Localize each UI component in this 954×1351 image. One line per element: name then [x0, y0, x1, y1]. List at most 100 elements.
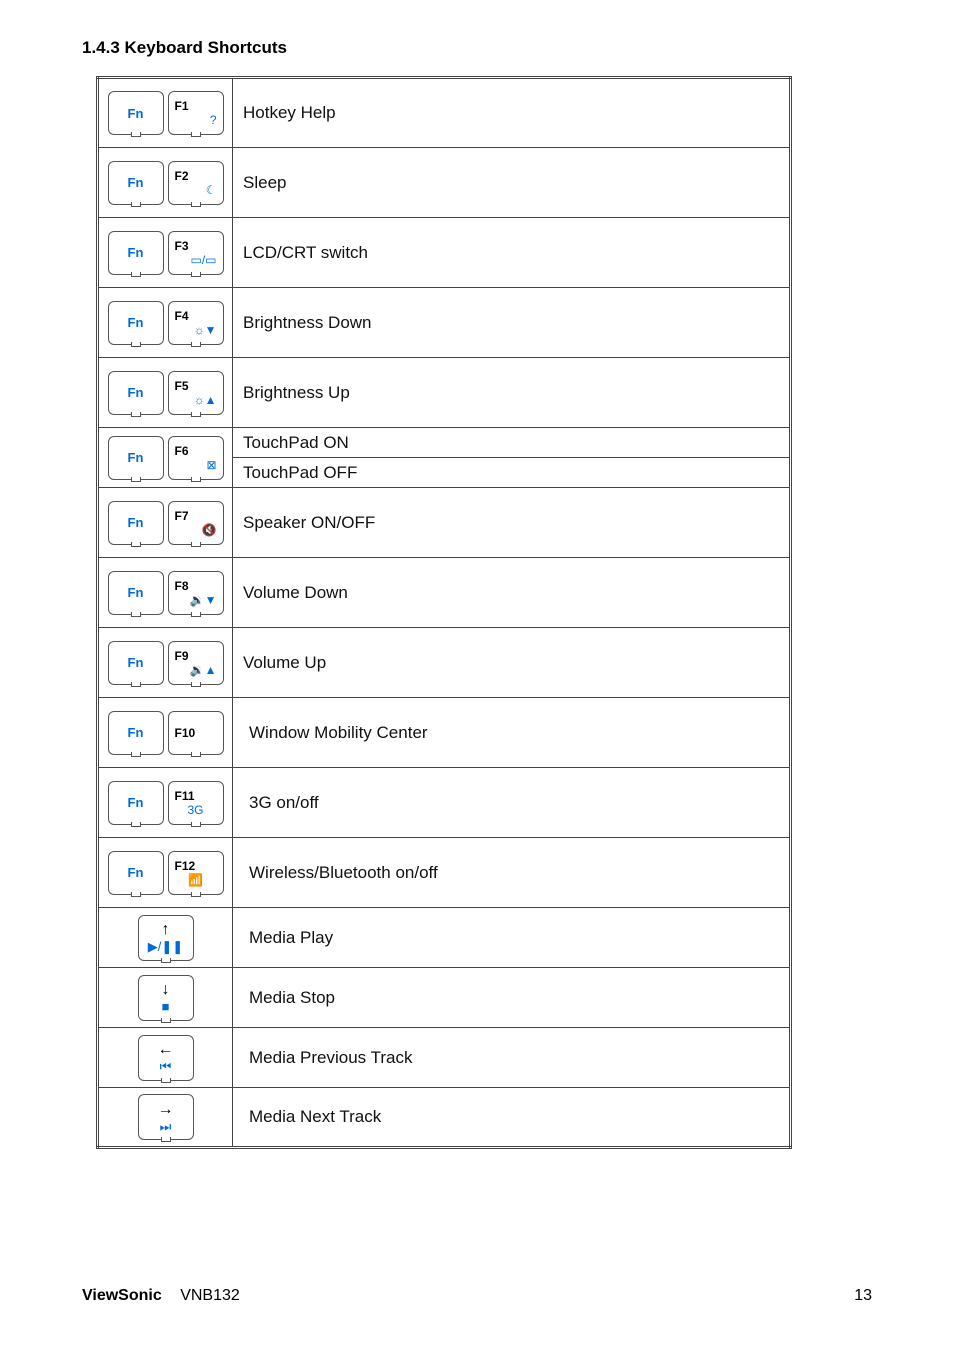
shortcut-desc: Brightness Down [233, 288, 791, 358]
arrow-right-key: → ⏭ [138, 1094, 194, 1140]
table-row: Fn F10 Window Mobility Center [98, 698, 791, 768]
shortcut-desc: Volume Down [233, 558, 791, 628]
table-row: Fn F3▭/▭ LCD/CRT switch [98, 218, 791, 288]
fn-key: Fn [108, 641, 164, 685]
f1-key: F1? [168, 91, 224, 135]
fn-key: Fn [108, 161, 164, 205]
key-cell: ↑ ▶/❚❚ [98, 908, 233, 968]
stop-icon: ■ [162, 1000, 170, 1013]
shortcut-desc: Media Previous Track [233, 1028, 791, 1088]
table-row: → ⏭ Media Next Track [98, 1088, 791, 1148]
table-row: Fn F8🔉▼ Volume Down [98, 558, 791, 628]
key-combo-cell: Fn F10 [98, 698, 233, 768]
key-combo-cell: Fn F4☼▼ [98, 288, 233, 358]
f10-key: F10 [168, 711, 224, 755]
display-switch-icon: ▭/▭ [190, 254, 216, 266]
shortcut-desc: Volume Up [233, 628, 791, 698]
table-row: Fn F7🔇 Speaker ON/OFF [98, 488, 791, 558]
table-row: Fn F1? Hotkey Help [98, 78, 791, 148]
touchpad-icon: ⊠ [206, 459, 216, 471]
key-combo-cell: Fn F1? [98, 78, 233, 148]
shortcut-desc: Sleep [233, 148, 791, 218]
f8-key: F8🔉▼ [168, 571, 224, 615]
table-row: Fn F113G 3G on/off [98, 768, 791, 838]
footer-model: VNB132 [180, 1287, 240, 1304]
key-combo-cell: Fn F8🔉▼ [98, 558, 233, 628]
table-row: Fn F2☾ Sleep [98, 148, 791, 218]
table-row: Fn F12📶 Wireless/Bluetooth on/off [98, 838, 791, 908]
threeg-icon: 3G [187, 804, 203, 816]
sleep-icon: ☾ [206, 184, 217, 196]
fn-key: Fn [108, 711, 164, 755]
fn-key: Fn [108, 781, 164, 825]
table-row: ↑ ▶/❚❚ Media Play [98, 908, 791, 968]
section-heading: 1.4.3 Keyboard Shortcuts [82, 38, 872, 58]
f6-key: F6⊠ [168, 436, 224, 480]
arrow-left-icon: ← [158, 1042, 174, 1058]
key-combo-cell: Fn F113G [98, 768, 233, 838]
help-icon: ? [210, 114, 217, 126]
prev-track-icon: ⏮ [160, 1060, 172, 1073]
table-row: Fn F4☼▼ Brightness Down [98, 288, 791, 358]
f12-key: F12📶 [168, 851, 224, 895]
mute-icon: 🔇 [202, 524, 217, 536]
arrow-right-icon: → [158, 1102, 174, 1118]
key-cell: ← ⏮ [98, 1028, 233, 1088]
f11-key: F113G [168, 781, 224, 825]
arrow-left-key: ← ⏮ [138, 1035, 194, 1081]
fn-key: Fn [108, 851, 164, 895]
fn-key: Fn [108, 501, 164, 545]
f4-key: F4☼▼ [168, 301, 224, 345]
table-row: ↓ ■ Media Stop [98, 968, 791, 1028]
key-combo-cell: Fn F2☾ [98, 148, 233, 218]
shortcut-desc: Speaker ON/OFF [233, 488, 791, 558]
shortcut-desc: TouchPad ON [233, 428, 791, 458]
f3-key: F3▭/▭ [168, 231, 224, 275]
table-row: Fn F5☼▲ Brightness Up [98, 358, 791, 428]
volume-down-icon: 🔉▼ [190, 594, 217, 606]
shortcuts-table: Fn F1? Hotkey Help Fn F2☾ Sleep Fn F3▭/▭… [96, 76, 792, 1149]
table-row: Fn F6⊠ TouchPad ON [98, 428, 791, 458]
key-combo-cell: Fn F3▭/▭ [98, 218, 233, 288]
brightness-up-icon: ☼▲ [194, 394, 217, 406]
arrow-down-icon: ↓ [162, 982, 170, 998]
page-number: 13 [854, 1287, 872, 1305]
f5-key: F5☼▲ [168, 371, 224, 415]
page-footer: ViewSonic VNB132 13 [82, 1287, 872, 1305]
fn-key: Fn [108, 571, 164, 615]
fn-key: Fn [108, 436, 164, 480]
shortcut-desc: Window Mobility Center [233, 698, 791, 768]
shortcut-desc: 3G on/off [233, 768, 791, 838]
fn-key: Fn [108, 91, 164, 135]
shortcut-desc: TouchPad OFF [233, 458, 791, 488]
fn-key: Fn [108, 371, 164, 415]
f2-key: F2☾ [168, 161, 224, 205]
footer-brand: ViewSonic [82, 1287, 162, 1304]
fn-key: Fn [108, 301, 164, 345]
play-pause-icon: ▶/❚❚ [148, 940, 183, 953]
shortcut-desc: LCD/CRT switch [233, 218, 791, 288]
volume-up-icon: 🔉▲ [190, 664, 217, 676]
table-row: Fn F9🔉▲ Volume Up [98, 628, 791, 698]
wireless-icon: 📶 [188, 874, 203, 886]
shortcut-desc: Media Play [233, 908, 791, 968]
arrow-up-key: ↑ ▶/❚❚ [138, 915, 194, 961]
shortcut-desc: Media Next Track [233, 1088, 791, 1148]
f9-key: F9🔉▲ [168, 641, 224, 685]
arrow-up-icon: ↑ [162, 922, 170, 938]
key-combo-cell: Fn F7🔇 [98, 488, 233, 558]
fn-key: Fn [108, 231, 164, 275]
f7-key: F7🔇 [168, 501, 224, 545]
shortcut-desc: Brightness Up [233, 358, 791, 428]
key-combo-cell: Fn F6⊠ [98, 428, 233, 488]
table-row: ← ⏮ Media Previous Track [98, 1028, 791, 1088]
key-combo-cell: Fn F12📶 [98, 838, 233, 908]
shortcut-desc: Media Stop [233, 968, 791, 1028]
key-cell: → ⏭ [98, 1088, 233, 1148]
shortcut-desc: Hotkey Help [233, 78, 791, 148]
arrow-down-key: ↓ ■ [138, 975, 194, 1021]
key-combo-cell: Fn F5☼▲ [98, 358, 233, 428]
shortcut-desc: Wireless/Bluetooth on/off [233, 838, 791, 908]
key-cell: ↓ ■ [98, 968, 233, 1028]
brightness-down-icon: ☼▼ [194, 324, 217, 336]
